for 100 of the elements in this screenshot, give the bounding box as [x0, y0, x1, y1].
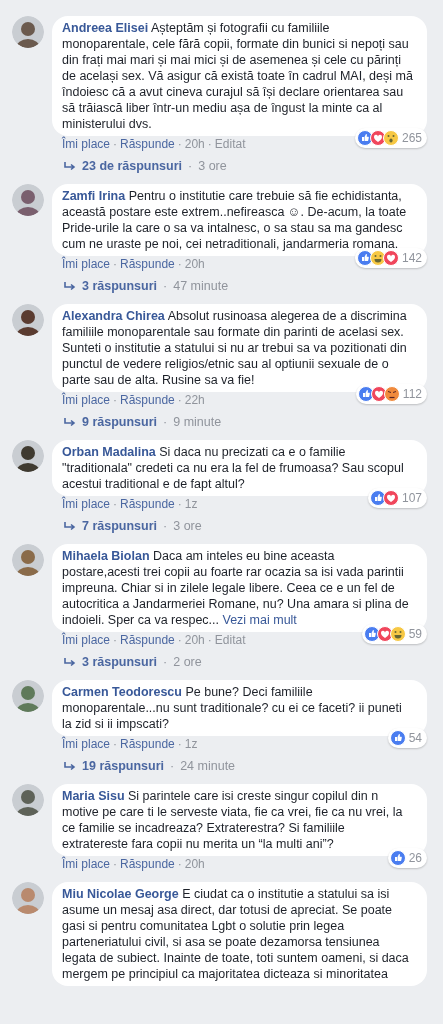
reactions-pill[interactable]: 26	[387, 848, 427, 868]
timestamp: 22h	[184, 393, 205, 407]
see-more-link[interactable]: Vezi mai mult	[222, 613, 297, 627]
separator-dot: ·	[113, 497, 118, 511]
avatar[interactable]	[12, 440, 44, 472]
separator-dot: ·	[177, 497, 182, 511]
reply-arrow-icon	[64, 161, 76, 171]
author-link[interactable]: Orban Madalina	[62, 445, 156, 459]
separator-dot: ·	[113, 257, 118, 271]
reactions-pill[interactable]: 59	[361, 624, 427, 644]
avatar[interactable]	[12, 680, 44, 712]
like-link[interactable]: Îmi place	[62, 633, 111, 647]
separator-dot: ·	[177, 633, 182, 647]
reply-link[interactable]: Răspunde	[120, 857, 175, 871]
replies-time: 47 minute	[173, 277, 229, 295]
replies-link[interactable]: 3 răspunsuri	[82, 276, 158, 296]
replies-link[interactable]: 23 de răspunsuri	[82, 156, 183, 176]
replies-link[interactable]: 7 răspunsuri	[82, 516, 158, 536]
reply-arrow-icon	[64, 417, 76, 427]
separator-dot: ·	[177, 137, 182, 151]
surprised-face-icon	[382, 130, 399, 146]
like-link[interactable]: Îmi place	[62, 257, 111, 271]
reactions-pill[interactable]: 142	[354, 248, 427, 268]
separator-dot: ·	[188, 157, 193, 175]
author-link[interactable]: Zamfi Irina	[62, 189, 126, 203]
like-link[interactable]: Îmi place	[62, 497, 111, 511]
separator-dot: ·	[163, 413, 168, 431]
separator-dot: ·	[113, 737, 118, 751]
laughing-face-icon	[389, 626, 406, 642]
separator-dot: ·	[177, 857, 182, 871]
reply-arrow-icon	[64, 657, 76, 667]
author-link[interactable]: Andreea Elisei	[62, 21, 149, 35]
like-link[interactable]: Îmi place	[62, 737, 111, 751]
reply-link[interactable]: Răspunde	[120, 393, 175, 407]
reply-link[interactable]: Răspunde	[120, 137, 175, 151]
angry-face-icon	[383, 386, 400, 402]
reply-arrow-icon	[64, 281, 76, 291]
reaction-count: 112	[402, 386, 422, 403]
timestamp: 1z	[184, 497, 198, 511]
like-link[interactable]: Îmi place	[62, 393, 111, 407]
timestamp: 1z	[184, 737, 198, 751]
separator-dot: ·	[170, 757, 175, 775]
reaction-count: 107	[401, 490, 422, 507]
separator-dot: ·	[113, 137, 118, 151]
like-reaction-icon	[389, 850, 406, 866]
avatar[interactable]	[12, 16, 44, 48]
separator-dot: ·	[163, 517, 168, 535]
avatar[interactable]	[12, 184, 44, 216]
like-link[interactable]: Îmi place	[62, 137, 111, 151]
reactions-pill[interactable]: 54	[387, 728, 427, 748]
reaction-count: 59	[408, 626, 422, 643]
replies-link[interactable]: 19 răspunsuri	[82, 756, 164, 776]
reactions-pill[interactable]: 107	[367, 488, 427, 508]
replies-time: 3 ore	[198, 157, 227, 175]
timestamp: 20h	[184, 137, 205, 151]
reaction-count: 265	[401, 130, 422, 147]
reply-link[interactable]: Răspunde	[120, 497, 175, 511]
reply-link[interactable]: Răspunde	[120, 737, 175, 751]
reactions-pill[interactable]: 265	[354, 128, 427, 148]
reply-arrow-icon	[64, 521, 76, 531]
replies-time: 24 minute	[180, 757, 236, 775]
like-reaction-icon	[389, 730, 406, 746]
edited-label: Editat	[214, 633, 246, 647]
timestamp: 20h	[184, 257, 205, 271]
reply-link[interactable]: Răspunde	[120, 633, 175, 647]
separator-dot: ·	[177, 393, 182, 407]
avatar[interactable]	[12, 784, 44, 816]
separator-dot: ·	[177, 737, 182, 751]
avatar[interactable]	[12, 304, 44, 336]
author-link[interactable]: Maria Sisu	[62, 789, 125, 803]
reaction-count: 142	[401, 250, 422, 267]
timestamp: 20h	[184, 857, 205, 871]
separator-dot: ·	[163, 277, 168, 295]
edited-label: Editat	[214, 137, 246, 151]
separator-dot: ·	[113, 393, 118, 407]
author-link[interactable]: Alexandra Chirea	[62, 309, 165, 323]
separator-dot: ·	[207, 137, 212, 151]
reply-link[interactable]: Răspunde	[120, 257, 175, 271]
separator-dot: ·	[163, 653, 168, 671]
author-link[interactable]: Carmen Teodorescu	[62, 685, 182, 699]
replies-time: 3 ore	[173, 517, 202, 535]
heart-reaction-icon	[382, 490, 399, 506]
replies-time: 9 minute	[173, 413, 222, 431]
reaction-count: 54	[408, 730, 422, 747]
like-link[interactable]: Îmi place	[62, 857, 111, 871]
reaction-count: 26	[408, 850, 422, 867]
author-link[interactable]: Miu Nicolae George	[62, 887, 179, 901]
separator-dot: ·	[113, 633, 118, 647]
separator-dot: ·	[207, 633, 212, 647]
timestamp: 20h	[184, 633, 205, 647]
comment-text: Miu Nicolae George E ciudat ca o institutie a statului sa isi asume un mesaj asa direct, dar totusi de apreciat. Se poate gasi si pentru comunitatea Lgbt o solutie prin legea parteneriatului civil, si asa se poate dezamorsa tensiunea legata de subiect. Inainte de toate, toti suntem oameni, si daca mergem pe principiul ca majoritatea dicteaza si minoritatea	[62, 886, 410, 982]
author-link[interactable]: Mihaela Biolan	[62, 549, 150, 563]
separator-dot: ·	[113, 857, 118, 871]
reply-arrow-icon	[64, 761, 76, 771]
replies-link[interactable]: 9 răspunsuri	[82, 412, 158, 432]
avatar[interactable]	[12, 544, 44, 576]
replies-link[interactable]: 3 răspunsuri	[82, 652, 158, 672]
reactions-pill[interactable]: 112	[355, 384, 427, 404]
heart-reaction-icon	[382, 250, 399, 266]
separator-dot: ·	[177, 257, 182, 271]
